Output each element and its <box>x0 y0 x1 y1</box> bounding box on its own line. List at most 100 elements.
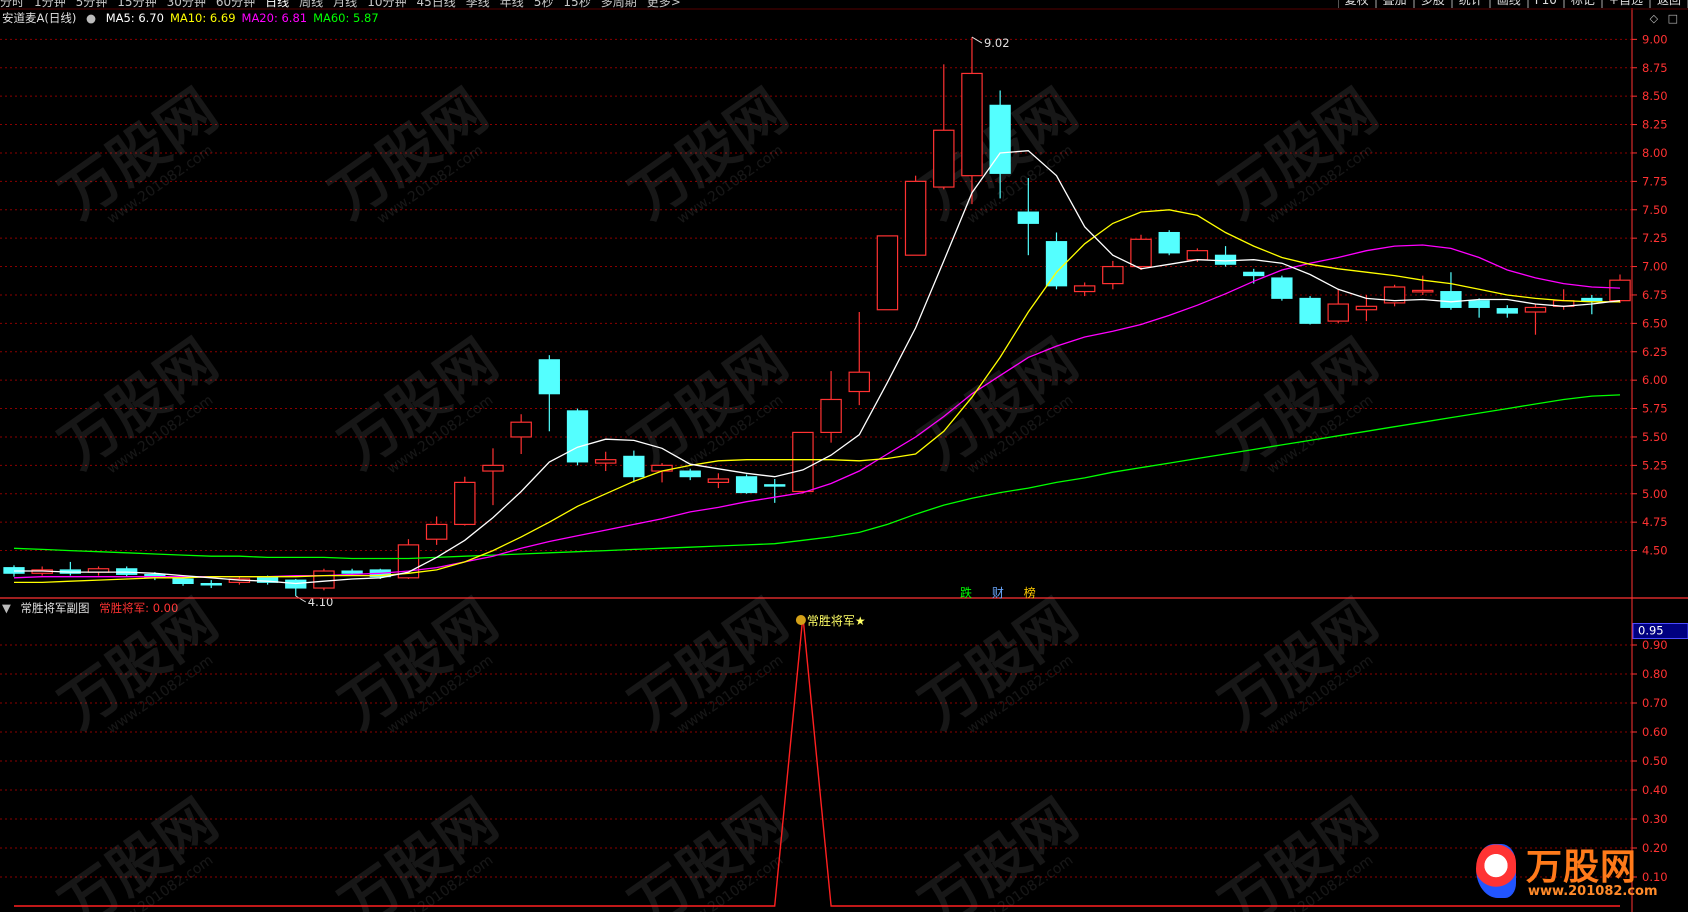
candle-body-up <box>933 129 955 188</box>
candle <box>1073 282 1096 297</box>
candle-body-up <box>1102 265 1124 285</box>
watermark: 万股网www.201082.com <box>618 76 800 232</box>
candle-body-down <box>566 410 589 463</box>
watermark: 万股网www.201082.com <box>908 786 1090 912</box>
price-tick-label: 6.25 <box>1642 345 1668 359</box>
candle-body-up <box>1412 289 1434 293</box>
watermark-brand: 万股网 <box>328 786 510 912</box>
candle-body-down <box>1440 291 1462 308</box>
sub-chart: 常胜将军★ <box>14 613 1620 907</box>
watermark: 万股网www.201082.com <box>48 786 230 912</box>
price-tick-label: 5.00 <box>1642 487 1668 501</box>
price-tick-label: 7.50 <box>1642 203 1668 217</box>
candles-layer <box>3 37 1631 596</box>
price-tick-label: 8.25 <box>1642 118 1668 132</box>
candle-body-down <box>172 578 194 585</box>
candle <box>820 371 842 443</box>
logo-brand-text: 万股网 <box>1526 847 1638 888</box>
candle <box>200 580 222 589</box>
price-tick-label: 6.00 <box>1642 373 1668 387</box>
candle <box>87 566 110 576</box>
watermark-brand: 万股网 <box>908 786 1090 912</box>
badge-fall[interactable]: 跌 <box>960 586 972 600</box>
candle-body-up <box>1073 285 1096 293</box>
candle <box>566 408 589 466</box>
candle <box>1524 304 1547 335</box>
candle-body-down <box>200 583 222 586</box>
candle <box>1496 305 1518 318</box>
price-tick-label: 5.25 <box>1642 458 1668 472</box>
candle <box>482 448 504 506</box>
candle-body-down <box>1468 300 1490 308</box>
min-marker-line <box>295 595 307 603</box>
brand-logo: 万股网 www.201082.com <box>1470 838 1680 908</box>
candle-body-up <box>820 398 842 434</box>
signal-line <box>14 615 1620 907</box>
current-value-label: 0.95 <box>1638 624 1664 638</box>
candle-body-up <box>1130 238 1152 268</box>
badge-list[interactable]: 榜 <box>1024 586 1036 600</box>
candle-body-down <box>538 359 560 395</box>
candle-body-up <box>876 235 899 311</box>
sub-tick-label: 0.80 <box>1642 667 1668 681</box>
candle-body-up <box>1355 305 1378 311</box>
candle-body-down <box>1243 271 1265 277</box>
watermark: 万股网www.201082.com <box>618 786 800 912</box>
candle-body-up <box>848 371 871 393</box>
price-tick-label: 8.50 <box>1642 89 1668 103</box>
event-badges: 跌 财 榜 <box>960 584 1036 601</box>
candle <box>538 355 560 432</box>
price-tick-label: 9.00 <box>1642 32 1668 46</box>
candle-body-up <box>482 464 504 472</box>
candle-body-down <box>623 455 645 478</box>
candle-body-down <box>341 570 363 574</box>
candle-body-down <box>1271 277 1293 299</box>
watermark: 万股网www.201082.com <box>328 786 510 912</box>
price-tick-label: 7.00 <box>1642 260 1668 274</box>
candle <box>707 473 730 489</box>
ma60-line <box>13 394 1621 560</box>
badge-finance[interactable]: 财 <box>992 586 1004 600</box>
watermark: 万股网www.201082.com <box>1208 786 1390 912</box>
candle-body-down <box>679 470 701 478</box>
candle-body-up <box>425 523 448 540</box>
candle-body-up <box>961 72 983 177</box>
watermark-brand: 万股网 <box>618 786 800 912</box>
candle <box>1214 246 1237 267</box>
sub-tick-label: 0.40 <box>1642 783 1668 797</box>
price-tick-label: 5.50 <box>1642 430 1668 444</box>
candle <box>1440 272 1462 310</box>
signal-label: 常胜将军★ <box>807 613 866 628</box>
candle-body-down <box>1496 308 1518 314</box>
candle <box>285 578 307 596</box>
candle-body-up <box>1524 306 1547 313</box>
candle <box>1609 274 1631 303</box>
candle-body-up <box>594 459 617 464</box>
sub-tick-label: 0.30 <box>1642 812 1668 826</box>
watermark-brand: 万股网 <box>48 786 230 912</box>
candle <box>1158 230 1180 256</box>
ma10-line <box>14 209 1620 584</box>
candle-body-up <box>904 180 927 256</box>
candle <box>313 568 335 591</box>
price-tick-label: 5.75 <box>1642 402 1668 416</box>
candle <box>1327 289 1349 324</box>
candle <box>735 474 758 494</box>
candle <box>454 476 476 526</box>
candle-body-down <box>735 476 758 494</box>
candle <box>904 175 927 256</box>
candle-body-down <box>1017 211 1039 224</box>
candle <box>594 451 617 472</box>
candle <box>1102 260 1124 290</box>
watermark: 万股网www.201082.com <box>48 586 230 742</box>
candle-body-up <box>510 421 532 438</box>
money-bag-icon <box>795 615 806 625</box>
price-tick-label: 7.25 <box>1642 231 1668 245</box>
candle <box>425 516 448 545</box>
logo-emblem-icon <box>1476 844 1516 898</box>
kline-chart[interactable]: 万股网www.201082.com 万股网www.201082.com 万股网www… <box>0 0 1688 912</box>
sub-tick-label: 0.50 <box>1642 754 1668 768</box>
price-tick-label: 4.50 <box>1642 544 1668 558</box>
candle <box>764 478 786 503</box>
candle-body-up <box>1609 279 1631 302</box>
